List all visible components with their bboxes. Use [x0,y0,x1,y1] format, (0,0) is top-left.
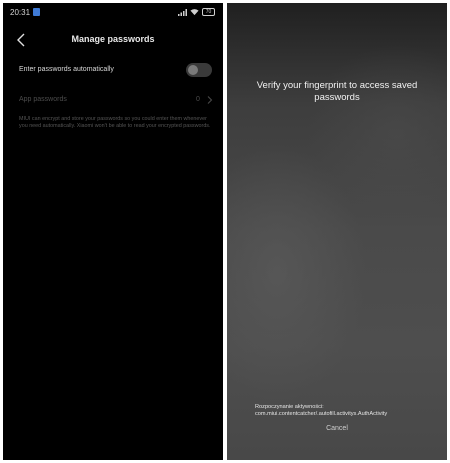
header-bar: Manage passwords [3,25,223,55]
page-title: Manage passwords [71,34,155,44]
app-passwords-row[interactable]: App passwords 0 [3,89,223,111]
back-button[interactable] [13,31,31,49]
chevron-left-icon [17,33,25,47]
notification-badge-icon [33,8,40,16]
fingerprint-auth-screen: Verify your fingerprint to access saved … [227,3,447,460]
activity-toast-label: Rozpoczynanie aktywności: [255,404,324,410]
app-passwords-count: 0 [196,96,200,103]
background-blur [307,43,447,223]
toggle-knob [188,65,198,75]
auto-fill-setting-row[interactable]: Enter passwords automatically [3,58,223,82]
manage-passwords-screen: 20:31 70 Manage passwords Enter password… [3,3,223,460]
app-passwords-label: App passwords [19,96,67,103]
chevron-right-icon [207,96,213,104]
wifi-icon [190,9,199,16]
auto-fill-toggle[interactable] [186,63,212,77]
status-time: 20:31 [10,8,31,17]
cancel-button[interactable]: Cancel [307,422,367,436]
signal-icon [178,9,187,16]
battery-icon: 70 [202,8,215,16]
activity-toast-component: com.miui.contentcatcher/.autofill.activi… [255,411,388,417]
fingerprint-prompt-title: Verify your fingerprint to access saved … [256,80,418,103]
status-bar: 20:31 70 [3,3,223,21]
auto-fill-label: Enter passwords automatically [19,66,114,73]
encryption-description: MIUI can encrypt and store your password… [19,116,211,129]
screenshot-canvas: 20:31 70 Manage passwords Enter password… [0,0,450,463]
